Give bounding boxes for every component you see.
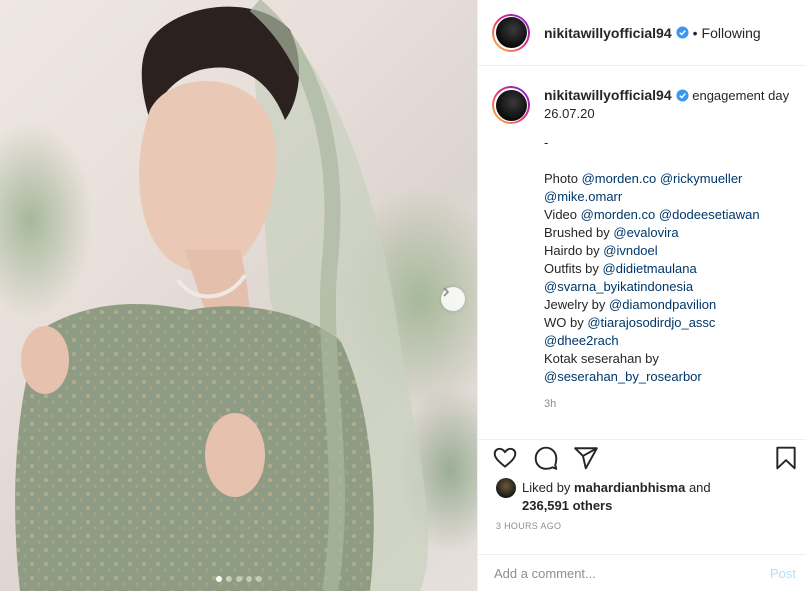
likes-prefix: Liked by <box>522 480 571 495</box>
action-bar <box>478 439 806 477</box>
post-header: nikitawillyofficial94 • Following <box>478 0 806 66</box>
verified-badge-icon <box>676 89 689 102</box>
mention-link[interactable]: @diamondpavilion <box>609 297 716 312</box>
heart-icon[interactable] <box>492 445 518 471</box>
caption-line: Hairdo by @ivndoel <box>544 243 658 258</box>
chevron-right-icon <box>443 287 450 297</box>
mention-link[interactable]: @ivndoel <box>603 243 657 258</box>
mention-link[interactable]: @dhee2rach <box>544 333 619 348</box>
post-timestamp: 3 HOURS AGO <box>496 521 562 531</box>
comment-icon[interactable] <box>533 445 559 471</box>
bookmark-icon[interactable] <box>773 445 799 471</box>
caption-avatar[interactable] <box>492 86 530 124</box>
mention-link[interactable]: @morden.co <box>581 207 656 222</box>
caption-body: - Photo @morden.co @rickymueller @mike.o… <box>544 134 796 386</box>
caption-first-line: nikitawillyofficial94 engagement day 26.… <box>544 86 794 124</box>
caption-line: Brushed by @evalovira <box>544 225 679 240</box>
mention-link[interactable]: @rickymueller <box>660 171 743 186</box>
caption-username-link[interactable]: nikitawillyofficial94 <box>544 87 672 103</box>
separator-dot: • <box>692 24 698 41</box>
post-comment-button[interactable]: Post <box>770 566 796 581</box>
photo-illustration <box>15 0 429 591</box>
carousel-dot <box>215 576 222 582</box>
caption-line: Kotak seserahan by <box>544 351 659 366</box>
username-link[interactable]: nikitawillyofficial94 <box>544 25 672 41</box>
caption-section: nikitawillyofficial94 engagement day 26.… <box>492 86 796 432</box>
post-details-panel: nikitawillyofficial94 • Following nikita… <box>477 0 806 591</box>
carousel-indicator <box>0 576 477 582</box>
likes-section: Liked by mahardianbhisma and 236,591 oth… <box>496 477 796 515</box>
mention-link[interactable]: @morden.co <box>582 171 657 186</box>
comment-bar: Post <box>478 554 806 591</box>
caption-line: @svarna_byikatindonesia <box>544 278 796 296</box>
likes-and: and <box>688 480 711 495</box>
caption-line: Outfits by @didietmaulana <box>544 261 697 276</box>
carousel-dot <box>235 576 242 582</box>
mention-link[interactable]: @tiarajosodirdjo_assc <box>587 315 715 330</box>
caption-line: @mike.omarr <box>544 188 796 206</box>
verified-badge-icon <box>676 26 689 39</box>
carousel-dot <box>225 576 232 582</box>
caption-line: @dhee2rach <box>544 332 796 350</box>
caption-line: Photo @morden.co @rickymueller <box>544 171 743 186</box>
mention-link[interactable]: @mike.omarr <box>544 189 622 204</box>
caption-line: WO by @tiarajosodirdjo_assc <box>544 315 716 330</box>
liker-avatar[interactable] <box>496 478 516 498</box>
mention-link[interactable]: @dodeesetiawan <box>659 207 760 222</box>
carousel-dot <box>245 576 252 582</box>
mention-link[interactable]: @didietmaulana <box>603 261 697 276</box>
mention-link[interactable]: @evalovira <box>613 225 678 240</box>
mention-link[interactable]: @seserahan_by_rosearbor <box>544 369 702 384</box>
caption-line <box>544 152 796 170</box>
caption-line: @seserahan_by_rosearbor <box>544 368 796 386</box>
caption-time: 3h <box>544 398 557 410</box>
caption-line: Jewelry by @diamondpavilion <box>544 297 717 312</box>
likes-count-link[interactable]: 236,591 others <box>522 498 612 513</box>
carousel-dot <box>255 576 262 582</box>
caption-line: Video @morden.co @dodeesetiawan <box>544 207 760 222</box>
avatar[interactable] <box>492 13 530 52</box>
comment-input[interactable] <box>494 565 744 581</box>
post-image[interactable] <box>0 0 477 591</box>
mention-link[interactable]: @svarna_byikatindonesia <box>544 279 693 294</box>
share-icon[interactable] <box>573 445 599 471</box>
likes-text: Liked by mahardianbhisma and 236,591 oth… <box>522 479 762 515</box>
caption-line: - <box>544 135 549 150</box>
liker-username-link[interactable]: mahardianbhisma <box>574 480 685 495</box>
carousel-next-button[interactable] <box>441 287 465 311</box>
following-button[interactable]: Following <box>702 25 761 41</box>
